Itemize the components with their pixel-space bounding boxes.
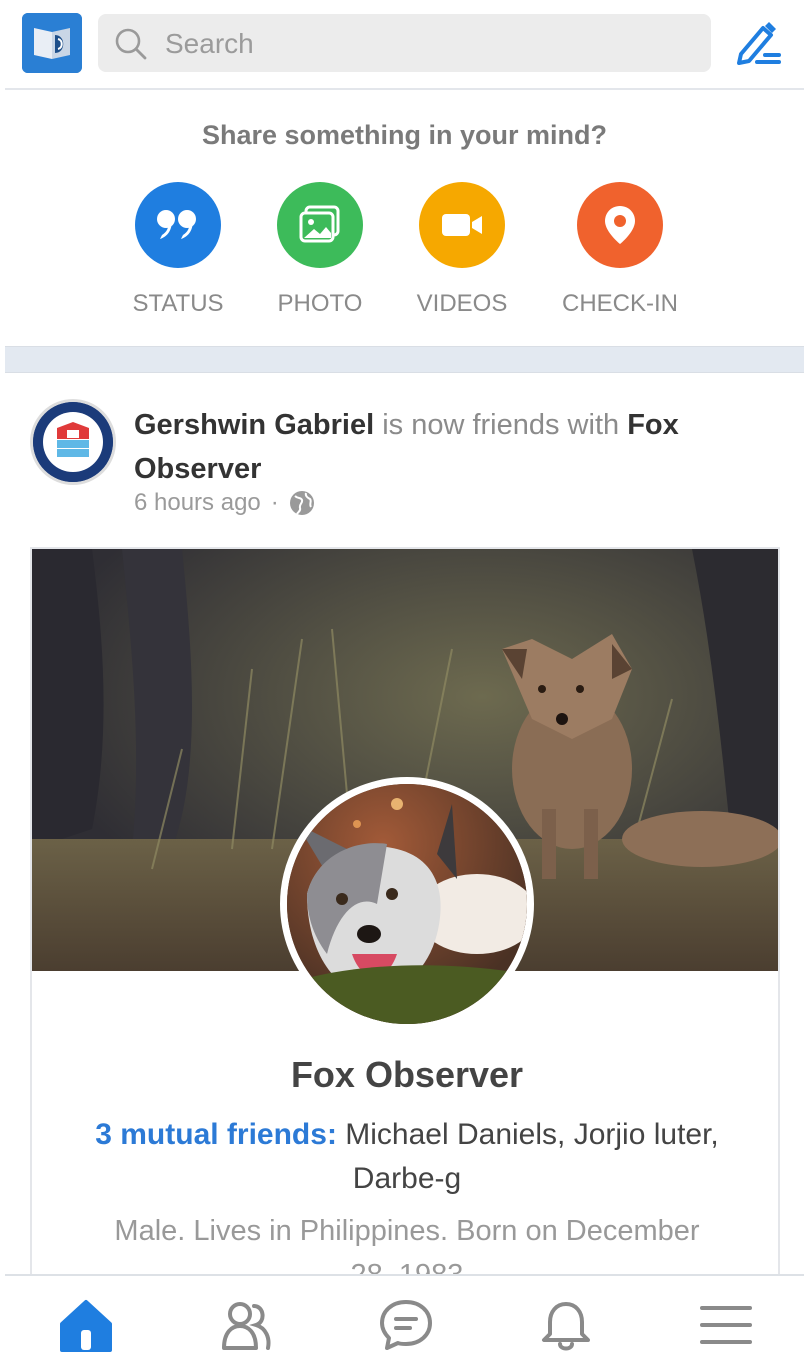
app-logo-icon[interactable] <box>22 13 82 73</box>
globe-icon <box>289 491 314 515</box>
mutual-friends-names: Michael Daniels, Jorjio luter, Darbe-g <box>336 1118 719 1195</box>
location-pin-icon <box>577 182 663 268</box>
share-status-button[interactable]: STATUS <box>103 182 253 318</box>
nav-messages-button[interactable] <box>376 1298 436 1354</box>
mutual-friends-link[interactable]: 3 mutual friends: <box>95 1118 337 1151</box>
photo-icon <box>277 182 363 268</box>
search-input[interactable]: Search <box>98 14 711 72</box>
nav-home-button[interactable] <box>56 1298 116 1354</box>
share-checkin-label: CHECK-IN <box>561 290 678 317</box>
share-photo-label: PHOTO <box>277 290 363 317</box>
video-camera-icon <box>419 182 505 268</box>
post-headline: Gershwin Gabriel is now friends with Fox… <box>134 403 754 491</box>
top-bar: Search <box>5 0 804 90</box>
menu-icon <box>700 1306 752 1344</box>
share-prompt: Share something in your mind? <box>201 120 608 150</box>
avatar[interactable] <box>30 399 116 485</box>
compose-button[interactable] <box>735 18 783 68</box>
bottom-navigation <box>5 1274 804 1356</box>
post-timestamp[interactable]: 6 hours ago <box>134 489 261 517</box>
share-videos-button[interactable]: VIDEOS <box>387 182 537 318</box>
friends-icon <box>222 1302 271 1350</box>
nav-menu-button[interactable] <box>696 1298 756 1354</box>
search-placeholder: Search <box>165 28 254 59</box>
share-status-label: STATUS <box>132 290 224 317</box>
post-verb: is now friends with <box>374 409 628 441</box>
feed-post: Gershwin Gabriel is now friends with Fox… <box>5 374 804 1287</box>
friend-name[interactable]: Fox Observer <box>32 1054 778 1096</box>
share-photo-button[interactable]: PHOTO <box>245 182 395 318</box>
bell-icon <box>542 1302 590 1351</box>
friend-profile-card[interactable]: Fox Observer 3 mutual friends: Michael D… <box>30 547 780 1287</box>
section-divider <box>5 346 804 373</box>
nav-friends-button[interactable] <box>216 1298 276 1354</box>
post-meta: 6 hours ago · <box>134 489 315 517</box>
search-icon <box>115 28 147 60</box>
share-checkin-button[interactable]: CHECK-IN <box>545 182 695 318</box>
chat-icon <box>380 1300 432 1350</box>
quote-icon <box>135 182 221 268</box>
share-videos-label: VIDEOS <box>416 290 508 317</box>
profile-picture[interactable] <box>280 777 534 1031</box>
share-composer: Share something in your mind? STATUS PHO… <box>5 92 804 346</box>
post-actor-link[interactable]: Gershwin Gabriel <box>134 409 374 441</box>
nav-notifications-button[interactable] <box>536 1298 596 1354</box>
meta-separator: · <box>270 489 279 516</box>
edit-pencil-icon <box>737 22 781 65</box>
home-icon <box>60 1300 112 1352</box>
mutual-friends: 3 mutual friends: Michael Daniels, Jorji… <box>92 1113 722 1201</box>
